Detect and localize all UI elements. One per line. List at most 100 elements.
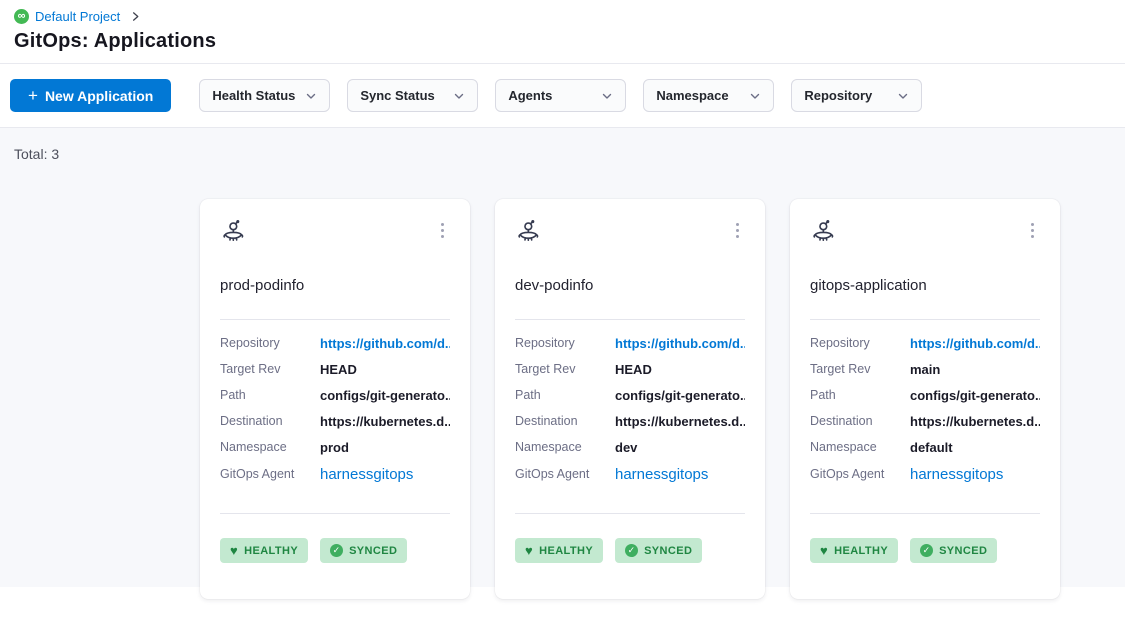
filter-agents[interactable]: Agents bbox=[495, 79, 626, 112]
check-circle-icon: ✓ bbox=[330, 544, 343, 557]
field-namespace: Namespace default bbox=[810, 434, 1040, 460]
field-gitops-agent: GitOps Agent harnessgitops bbox=[810, 460, 1040, 488]
project-icon: ∞ bbox=[14, 9, 29, 24]
field-label: GitOps Agent bbox=[810, 467, 910, 481]
field-label: Namespace bbox=[515, 440, 615, 454]
badge-label: HEALTHY bbox=[834, 545, 888, 557]
breadcrumb: ∞ Default Project bbox=[14, 9, 1111, 24]
application-cards: prod-podinfo Repository https://github.c… bbox=[200, 199, 1111, 599]
health-status-badge: ♥ HEALTHY bbox=[220, 538, 308, 563]
new-application-button[interactable]: + New Application bbox=[10, 79, 171, 112]
field-repository: Repository https://github.com/d... bbox=[515, 330, 745, 356]
field-namespace: Namespace prod bbox=[220, 434, 450, 460]
card-menu-button[interactable] bbox=[435, 219, 450, 242]
gitops-agent-link[interactable]: harnessgitops bbox=[615, 466, 745, 483]
card-menu-button[interactable] bbox=[730, 219, 745, 242]
field-value: prod bbox=[320, 440, 450, 455]
field-label: Namespace bbox=[810, 440, 910, 454]
chevron-down-icon bbox=[305, 90, 317, 102]
toolbar: + New Application Health Status Sync Sta… bbox=[0, 64, 1125, 128]
new-application-label: New Application bbox=[45, 88, 153, 104]
filter-label: Sync Status bbox=[360, 88, 434, 103]
divider bbox=[515, 513, 745, 514]
field-target-rev: Target Rev HEAD bbox=[515, 356, 745, 382]
gitops-agent-link[interactable]: harnessgitops bbox=[320, 466, 450, 483]
filter-bar: Health Status Sync Status Agents Namespa… bbox=[199, 79, 922, 112]
field-destination: Destination https://kubernetes.d... bbox=[220, 408, 450, 434]
sync-status-badge: ✓ SYNCED bbox=[320, 538, 407, 563]
divider bbox=[515, 319, 745, 320]
field-target-rev: Target Rev main bbox=[810, 356, 1040, 382]
application-card-gitops-application[interactable]: gitops-application Repository https://gi… bbox=[790, 199, 1060, 599]
field-label: Destination bbox=[220, 414, 320, 428]
health-status-badge: ♥ HEALTHY bbox=[515, 538, 603, 563]
chevron-right-icon bbox=[130, 11, 141, 22]
field-label: Path bbox=[220, 388, 320, 402]
health-status-badge: ♥ HEALTHY bbox=[810, 538, 898, 563]
application-name: dev-podinfo bbox=[515, 277, 745, 294]
divider bbox=[810, 319, 1040, 320]
plus-icon: + bbox=[28, 87, 38, 104]
repository-link[interactable]: https://github.com/d... bbox=[615, 336, 745, 351]
check-circle-icon: ✓ bbox=[625, 544, 638, 557]
field-label: Namespace bbox=[220, 440, 320, 454]
filter-namespace[interactable]: Namespace bbox=[643, 79, 774, 112]
field-value: configs/git-generato... bbox=[320, 388, 450, 403]
chevron-down-icon bbox=[749, 90, 761, 102]
filter-label: Health Status bbox=[212, 88, 295, 103]
filter-health-status[interactable]: Health Status bbox=[199, 79, 330, 112]
field-value: default bbox=[910, 440, 1040, 455]
page-header: ∞ Default Project GitOps: Applications bbox=[0, 0, 1125, 64]
field-label: GitOps Agent bbox=[515, 467, 615, 481]
heart-icon: ♥ bbox=[230, 544, 238, 557]
chevron-down-icon bbox=[897, 90, 909, 102]
field-label: GitOps Agent bbox=[220, 467, 320, 481]
sync-status-badge: ✓ SYNCED bbox=[910, 538, 997, 563]
breadcrumb-project-link[interactable]: Default Project bbox=[35, 9, 120, 24]
filter-repository[interactable]: Repository bbox=[791, 79, 922, 112]
card-menu-button[interactable] bbox=[1025, 219, 1040, 242]
sync-status-badge: ✓ SYNCED bbox=[615, 538, 702, 563]
application-name: prod-podinfo bbox=[220, 277, 450, 294]
divider bbox=[810, 513, 1040, 514]
chevron-down-icon bbox=[601, 90, 613, 102]
field-label: Destination bbox=[515, 414, 615, 428]
application-card-prod-podinfo[interactable]: prod-podinfo Repository https://github.c… bbox=[200, 199, 470, 599]
more-vertical-icon bbox=[441, 223, 444, 238]
total-count: Total: 3 bbox=[14, 146, 1111, 162]
content-area: Total: 3 prod-podinfo bbox=[0, 128, 1125, 587]
field-label: Repository bbox=[220, 336, 320, 350]
repository-link[interactable]: https://github.com/d... bbox=[320, 336, 450, 351]
filter-label: Agents bbox=[508, 88, 552, 103]
filter-label: Repository bbox=[804, 88, 872, 103]
filter-sync-status[interactable]: Sync Status bbox=[347, 79, 478, 112]
field-label: Target Rev bbox=[515, 362, 615, 376]
application-card-dev-podinfo[interactable]: dev-podinfo Repository https://github.co… bbox=[495, 199, 765, 599]
repository-link[interactable]: https://github.com/d... bbox=[910, 336, 1040, 351]
gitops-agent-link[interactable]: harnessgitops bbox=[910, 466, 1040, 483]
field-value: https://kubernetes.d... bbox=[615, 414, 745, 429]
argo-application-icon bbox=[220, 219, 246, 245]
field-value: https://kubernetes.d... bbox=[910, 414, 1040, 429]
field-label: Path bbox=[810, 388, 910, 402]
badge-label: SYNCED bbox=[644, 545, 692, 557]
badge-label: SYNCED bbox=[349, 545, 397, 557]
argo-application-icon bbox=[810, 219, 836, 245]
field-destination: Destination https://kubernetes.d... bbox=[810, 408, 1040, 434]
field-label: Repository bbox=[515, 336, 615, 350]
field-destination: Destination https://kubernetes.d... bbox=[515, 408, 745, 434]
heart-icon: ♥ bbox=[820, 544, 828, 557]
chevron-down-icon bbox=[453, 90, 465, 102]
field-target-rev: Target Rev HEAD bbox=[220, 356, 450, 382]
check-circle-icon: ✓ bbox=[920, 544, 933, 557]
application-name: gitops-application bbox=[810, 277, 1040, 294]
badge-label: HEALTHY bbox=[539, 545, 593, 557]
filter-label: Namespace bbox=[656, 88, 728, 103]
field-gitops-agent: GitOps Agent harnessgitops bbox=[515, 460, 745, 488]
heart-icon: ♥ bbox=[525, 544, 533, 557]
more-vertical-icon bbox=[1031, 223, 1034, 238]
badge-label: SYNCED bbox=[939, 545, 987, 557]
field-value: main bbox=[910, 362, 1040, 377]
field-repository: Repository https://github.com/d... bbox=[810, 330, 1040, 356]
field-path: Path configs/git-generato... bbox=[515, 382, 745, 408]
